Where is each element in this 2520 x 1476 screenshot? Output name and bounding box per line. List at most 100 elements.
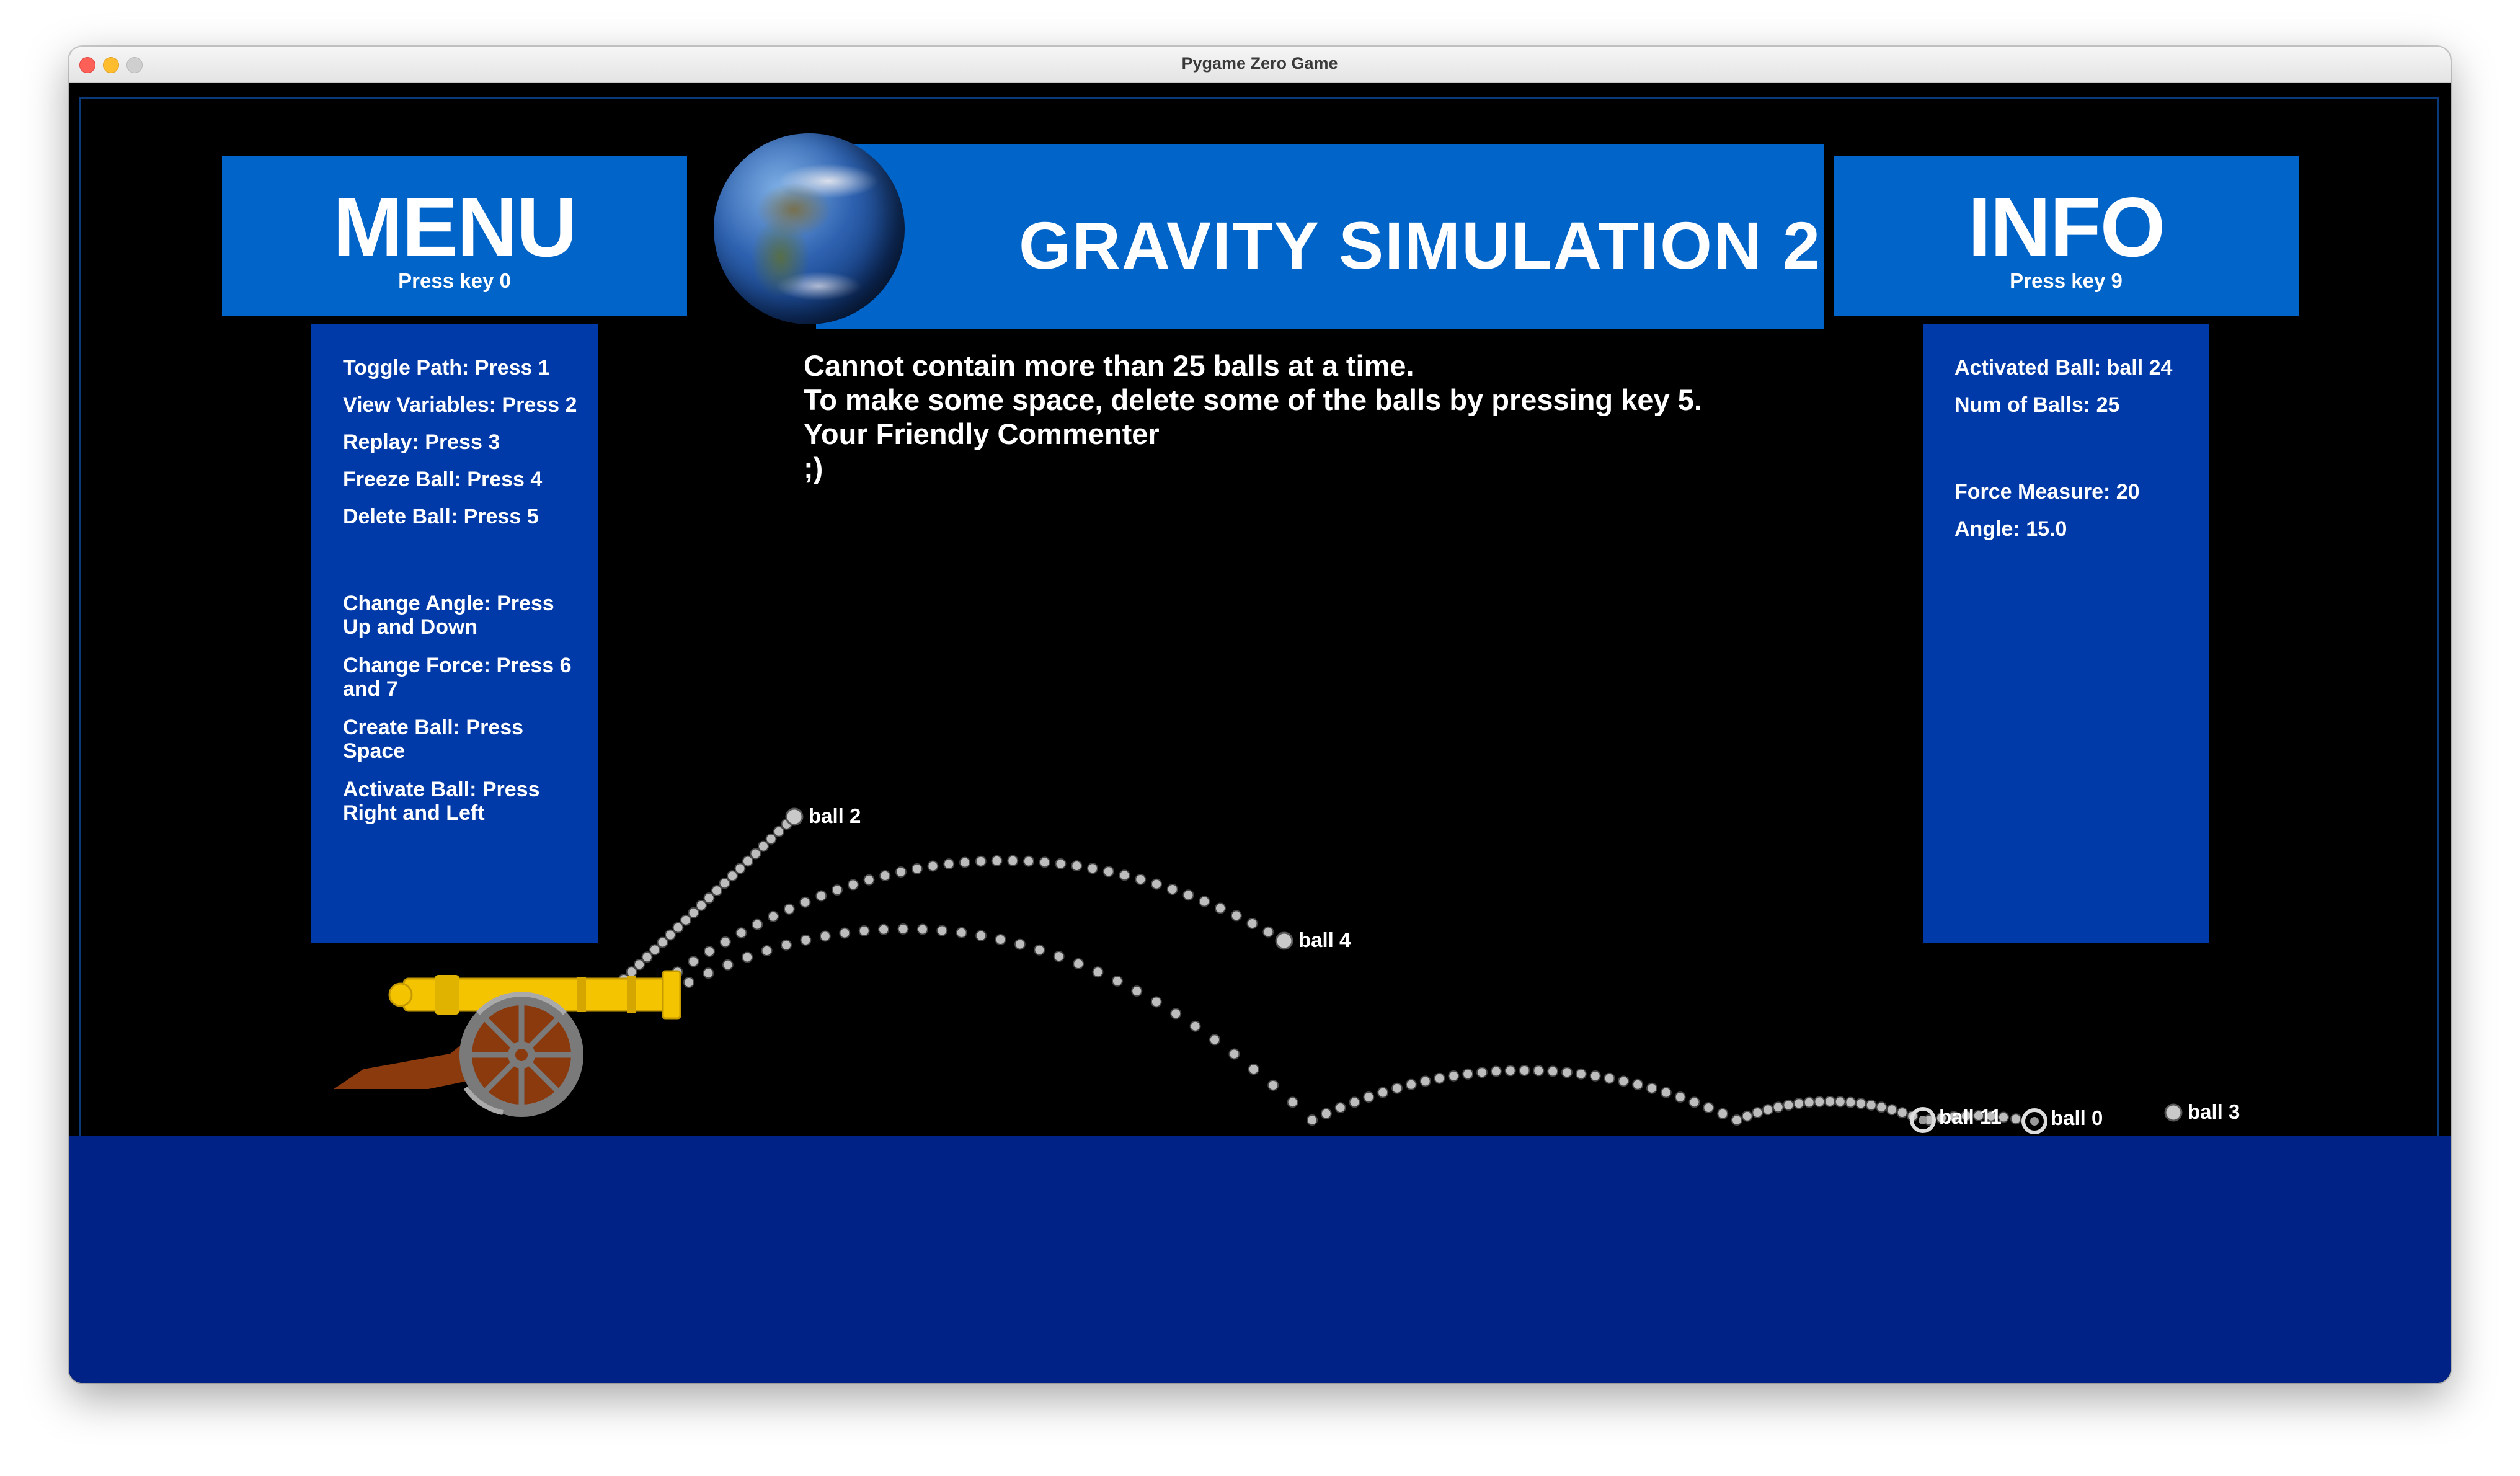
trajectory-dot xyxy=(1189,1020,1201,1032)
ball-2-label: ball 2 xyxy=(809,804,861,827)
trajectory-dot xyxy=(1490,1065,1502,1077)
trajectory-dot xyxy=(735,927,747,939)
trajectory-dot xyxy=(1462,1068,1474,1080)
trajectory-dot xyxy=(672,922,684,933)
trajectory-dot xyxy=(1504,1065,1516,1077)
ball-0[interactable]: ball 0 xyxy=(2021,1106,2103,1134)
trajectory-dot xyxy=(1405,1078,1417,1090)
trajectory-dot xyxy=(773,825,784,837)
trajectory-dot xyxy=(683,977,694,988)
trajectory-dot xyxy=(1845,1096,1857,1108)
trajectory-dot xyxy=(975,855,987,867)
window-title: Pygame Zero Game xyxy=(1181,54,1338,73)
trajectory-dot xyxy=(734,863,746,874)
trajectory-dot xyxy=(1814,1096,1826,1108)
trajectory-dot xyxy=(680,914,691,926)
trajectory-dot xyxy=(1053,951,1065,963)
trajectory-dot xyxy=(832,884,843,896)
trajectory-dot xyxy=(1865,1099,1877,1111)
trajectory-dot xyxy=(703,892,715,904)
trajectory-dot xyxy=(742,855,753,867)
ball-4[interactable]: ball 4 xyxy=(1275,928,1351,951)
trajectory-dot xyxy=(1589,1070,1601,1082)
trajectory-dot xyxy=(995,934,1006,945)
scene-layer: ball 2 ball 4 ball 3 ball 11 ball 0 xyxy=(334,804,2240,1134)
trajectory-dot xyxy=(1023,855,1034,867)
trajectory-dot xyxy=(1824,1096,1835,1107)
trajectory-dot xyxy=(1170,1008,1182,1020)
window-titlebar[interactable]: Pygame Zero Game xyxy=(69,47,2451,83)
trajectory-dot xyxy=(1111,975,1123,987)
trajectory-dot xyxy=(1135,874,1147,885)
trajectory-dot xyxy=(1248,1064,1259,1075)
game-canvas[interactable]: MENU Press key 0 Toggle Path: Press 1 Vi… xyxy=(69,83,2451,1383)
cannon[interactable] xyxy=(334,970,681,1117)
trajectory-dot xyxy=(1762,1104,1773,1116)
trajectory-dot xyxy=(768,910,779,922)
trajectory-dot xyxy=(657,936,668,948)
trajectory-dot xyxy=(1377,1087,1389,1098)
trajectory-dot xyxy=(2010,1113,2021,1125)
trajectory-dot xyxy=(975,930,987,941)
ball-2[interactable]: ball 2 xyxy=(785,804,861,827)
trajectory-dot xyxy=(1230,910,1242,922)
trajectory-dot xyxy=(1448,1070,1460,1082)
trajectory-dot xyxy=(1688,1096,1700,1108)
trajectory-dot xyxy=(781,939,792,951)
trajectory-dot xyxy=(758,840,769,852)
trajectory-dot xyxy=(649,944,660,956)
trajectory-dot xyxy=(1772,1101,1784,1113)
trajectory-dot xyxy=(1855,1098,1866,1109)
trajectory-paths xyxy=(618,818,2021,1126)
trajectory-dot xyxy=(1363,1091,1375,1103)
ball-3[interactable]: ball 3 xyxy=(2164,1100,2240,1123)
trajectory-dot xyxy=(1519,1065,1530,1076)
trajectory-dot xyxy=(1741,1110,1753,1122)
ball-4-label: ball 4 xyxy=(1298,928,1351,951)
trajectory-dot xyxy=(863,874,875,886)
trajectory-dot xyxy=(1102,866,1114,878)
trajectory-dot xyxy=(1320,1108,1332,1119)
ball-0-label: ball 0 xyxy=(2051,1106,2103,1129)
trajectory-dot xyxy=(704,946,715,958)
trajectory-dot xyxy=(1419,1075,1431,1087)
trajectory-dot xyxy=(752,918,763,930)
cannon-wheel xyxy=(459,992,583,1117)
trajectory-dot xyxy=(1119,869,1130,881)
trajectory-dot xyxy=(1876,1101,1888,1113)
trajectory-dot xyxy=(1071,860,1083,872)
trajectory-dot xyxy=(879,870,891,881)
trajectory-dot xyxy=(1349,1096,1360,1108)
trajectory-dot xyxy=(1166,884,1178,895)
trajectory-dot xyxy=(1646,1082,1657,1094)
trajectory-dot xyxy=(1674,1091,1686,1103)
trajectory-dot xyxy=(1434,1072,1445,1084)
trajectory-dot xyxy=(1793,1098,1804,1109)
trajectory-dot xyxy=(847,879,859,891)
trajectory-dot xyxy=(1228,1048,1240,1060)
trajectory-dot xyxy=(1209,1034,1220,1046)
trajectory-dot xyxy=(742,951,753,963)
trajectory-dot xyxy=(765,833,777,845)
trajectory-dot xyxy=(1834,1096,1846,1108)
trajectory-dot xyxy=(1575,1068,1587,1080)
trajectory-dot xyxy=(1087,863,1098,874)
trajectory-dot xyxy=(1717,1108,1729,1119)
trajectory-dot xyxy=(1182,889,1194,901)
trajectory-dot xyxy=(1533,1065,1545,1077)
trajectory-dot xyxy=(1262,926,1274,938)
trajectory-dot xyxy=(688,956,699,967)
trajectory-dot xyxy=(641,951,653,963)
trajectory-dot xyxy=(634,959,645,971)
trajectory-dot xyxy=(1731,1114,1742,1126)
trajectory-dot xyxy=(1783,1099,1795,1111)
ball-cluster[interactable]: ball 11 xyxy=(1910,1105,2002,1133)
trajectory-dot xyxy=(991,855,1003,866)
trajectory-dot xyxy=(1803,1096,1815,1108)
trajectory-dot xyxy=(959,856,970,868)
trajectory-dot xyxy=(819,930,831,942)
trajectory-dot xyxy=(1896,1107,1908,1119)
trajectory-dot xyxy=(750,848,761,860)
trajectory-dot xyxy=(688,907,699,918)
game-window: Pygame Zero Game MENU Press key 0 Toggle… xyxy=(69,47,2451,1383)
